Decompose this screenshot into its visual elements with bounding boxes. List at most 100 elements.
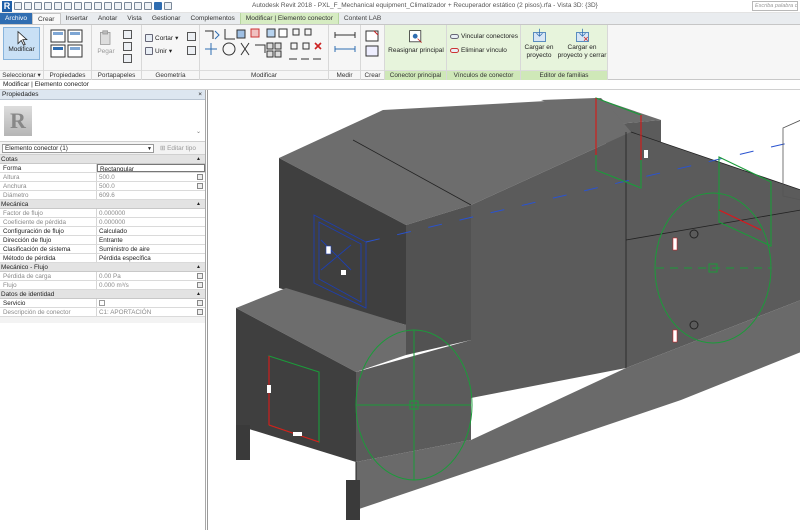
group-connector-links: Vincular conectores Eliminar vínculo Vín…	[447, 25, 521, 80]
sync-icon[interactable]	[34, 2, 42, 10]
collapse-icon[interactable]: ▲	[196, 263, 201, 272]
property-section[interactable]: Cotas ▲	[0, 155, 205, 164]
property-row: Descripción de conector C1: APORTACIÓN	[0, 308, 205, 317]
property-name: Configuración de flujo	[0, 227, 97, 235]
property-value[interactable]	[97, 299, 205, 307]
tab-archivo[interactable]: Archivo	[0, 13, 32, 24]
paste-button[interactable]: Pegar	[94, 27, 118, 56]
tab-insertar[interactable]: Insertar	[61, 13, 93, 24]
type-dropdown-icon[interactable]: ⌄	[196, 128, 201, 135]
property-name: Forma	[0, 164, 97, 172]
save-icon[interactable]	[24, 2, 32, 10]
tab-vista[interactable]: Vista	[122, 13, 147, 24]
create-tools-icon[interactable]	[364, 29, 382, 59]
group-label-family-editor: Editor de familias	[521, 70, 607, 80]
split-face-icon[interactable]	[187, 46, 196, 55]
close-icon[interactable]: ×	[198, 90, 202, 100]
reassign-primary-button[interactable]: Reasignar principal	[387, 27, 445, 55]
associate-parameter-button[interactable]	[197, 273, 203, 279]
match-type-icon[interactable]	[123, 54, 132, 63]
instance-filter-dropdown[interactable]: Elemento conector (1)	[2, 144, 154, 153]
associate-parameter-button[interactable]	[197, 174, 203, 180]
collapse-icon[interactable]: ▲	[196, 155, 201, 164]
load-and-close-button[interactable]: Cargar en proyecto y cerrar	[557, 27, 607, 60]
tab-modificar-elemento-conector[interactable]: Modificar | Elemento conector	[239, 13, 339, 24]
property-name: Factor de flujo	[0, 209, 97, 217]
property-value[interactable]: Rectangular	[97, 164, 205, 172]
close-hidden-icon[interactable]	[144, 2, 152, 10]
reassign-primary-icon	[409, 30, 422, 43]
property-section[interactable]: Datos de identidad ▲	[0, 290, 205, 299]
group-label-select[interactable]: Seleccionar ▾	[0, 70, 43, 80]
cut-geometry-button[interactable]: Cortar ▾	[145, 34, 178, 42]
property-section[interactable]: Mecánica ▲	[0, 200, 205, 209]
model-canvas[interactable]	[208, 90, 800, 530]
load-into-project-button[interactable]: Cargar en proyecto	[522, 27, 556, 60]
modify-tools-icons[interactable]	[203, 27, 327, 67]
section-icon[interactable]	[124, 2, 132, 10]
property-value[interactable]: Calculado	[97, 227, 205, 235]
collapse-icon[interactable]: ▲	[196, 290, 201, 299]
cut-geometry-icon	[145, 34, 153, 42]
property-row: Altura 500.0	[0, 173, 205, 182]
link-connectors-button[interactable]: Vincular conectores	[450, 33, 518, 40]
measure-icon[interactable]	[74, 2, 82, 10]
customize-icon[interactable]	[164, 2, 172, 10]
associate-parameter-button[interactable]	[197, 282, 203, 288]
connector-tag-icon	[267, 385, 271, 393]
property-row: Configuración de flujo Calculado	[0, 227, 205, 236]
properties-icon[interactable]	[50, 29, 84, 59]
open-icon[interactable]	[14, 2, 22, 10]
property-value[interactable]: Entrante	[97, 236, 205, 244]
edit-type-button[interactable]: ⊞ Editar tipo	[160, 144, 196, 152]
tab-crear[interactable]: Crear	[32, 13, 61, 24]
text-icon[interactable]	[104, 2, 112, 10]
3d-viewport[interactable]	[207, 90, 800, 530]
connector-tag-icon	[672, 329, 678, 343]
switch-windows-icon[interactable]	[154, 2, 162, 10]
unlink-icon	[450, 48, 459, 53]
paste-icon	[100, 30, 111, 45]
tab-content-lab[interactable]: Content LAB	[339, 13, 386, 24]
ribbon-tabs: Archivo Crear Insertar Anotar Vista Gest…	[0, 13, 800, 25]
dimension-icon[interactable]	[84, 2, 92, 10]
associate-parameter-button[interactable]	[197, 183, 203, 189]
revit-logo-icon[interactable]: R	[2, 0, 12, 12]
tab-complementos[interactable]: Complementos	[185, 13, 239, 24]
associate-parameter-button[interactable]	[197, 300, 203, 306]
undo-icon[interactable]	[44, 2, 52, 10]
copy-clip-icon[interactable]	[123, 42, 132, 51]
modify-select-button[interactable]: Modificar	[3, 27, 40, 60]
property-row: Clasificación de sistema Suministro de ai…	[0, 245, 205, 254]
group-label-create: Crear	[361, 70, 384, 80]
thin-lines-icon[interactable]	[134, 2, 142, 10]
property-name: Método de pérdida	[0, 254, 97, 262]
property-name: Altura	[0, 173, 97, 181]
group-properties: Propiedades	[44, 25, 92, 80]
search-input[interactable]: Escriba palabra clave	[752, 1, 798, 11]
geometry-tool-icon[interactable]	[187, 32, 196, 41]
3d-view-icon[interactable]	[114, 2, 122, 10]
connector-grip-icon[interactable]	[341, 270, 346, 275]
property-section[interactable]: Mecánico - Flujo ▲	[0, 263, 205, 272]
group-label-main-connector: Conector principal	[385, 70, 446, 80]
unlink-button[interactable]: Eliminar vínculo	[450, 47, 507, 54]
tab-anotar[interactable]: Anotar	[93, 13, 122, 24]
tab-gestionar[interactable]: Gestionar	[147, 13, 186, 24]
cursor-arrow-icon	[17, 30, 28, 46]
property-value: 0.000000	[99, 219, 126, 226]
property-value[interactable]: Pérdida específica	[97, 254, 205, 262]
tag-icon[interactable]	[94, 2, 102, 10]
measure-tools-icon[interactable]	[333, 29, 357, 59]
print-icon[interactable]	[64, 2, 72, 10]
service-checkbox[interactable]	[99, 300, 105, 306]
property-value[interactable]: Suministro de aire	[97, 245, 205, 253]
cut-clip-icon[interactable]	[123, 30, 132, 39]
join-geometry-button[interactable]: Unir ▾	[145, 47, 172, 55]
group-modify: Modificar	[200, 25, 329, 80]
cut-label: Cortar	[155, 34, 174, 42]
associate-parameter-button[interactable]	[197, 309, 203, 315]
revit-family-icon: R	[4, 106, 32, 136]
collapse-icon[interactable]: ▲	[196, 200, 201, 209]
redo-icon[interactable]	[54, 2, 62, 10]
